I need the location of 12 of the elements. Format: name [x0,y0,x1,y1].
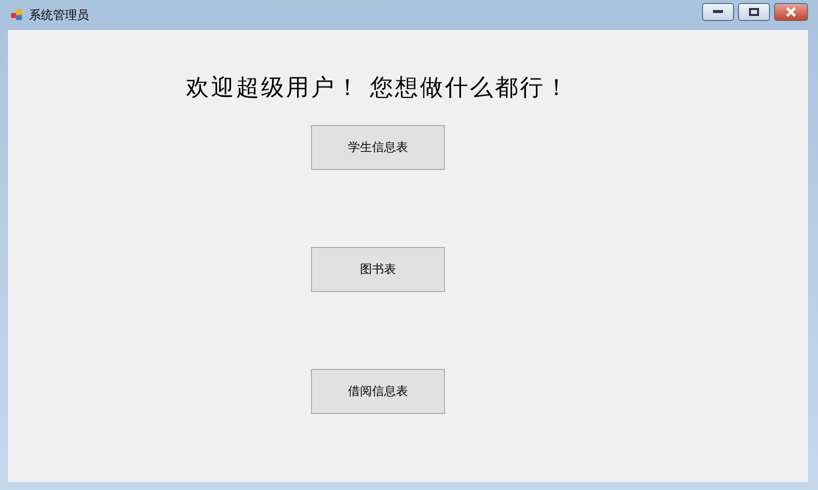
table-button[interactable]: 学生信息表 [311,125,445,170]
maximize-button[interactable] [738,3,770,21]
welcome-heading: 欢迎超级用户！ 您想做什么都行！ [186,74,570,103]
maximize-icon [749,8,759,16]
minimize-icon [713,10,723,14]
table-button[interactable]: 借阅信息表 [311,369,445,414]
table-button[interactable]: 图书表 [311,247,445,292]
close-icon [785,7,797,17]
app-icon [11,9,23,21]
window-title: 系统管理员 [29,6,90,24]
minimize-button[interactable] [702,3,734,21]
close-button[interactable] [774,3,808,21]
